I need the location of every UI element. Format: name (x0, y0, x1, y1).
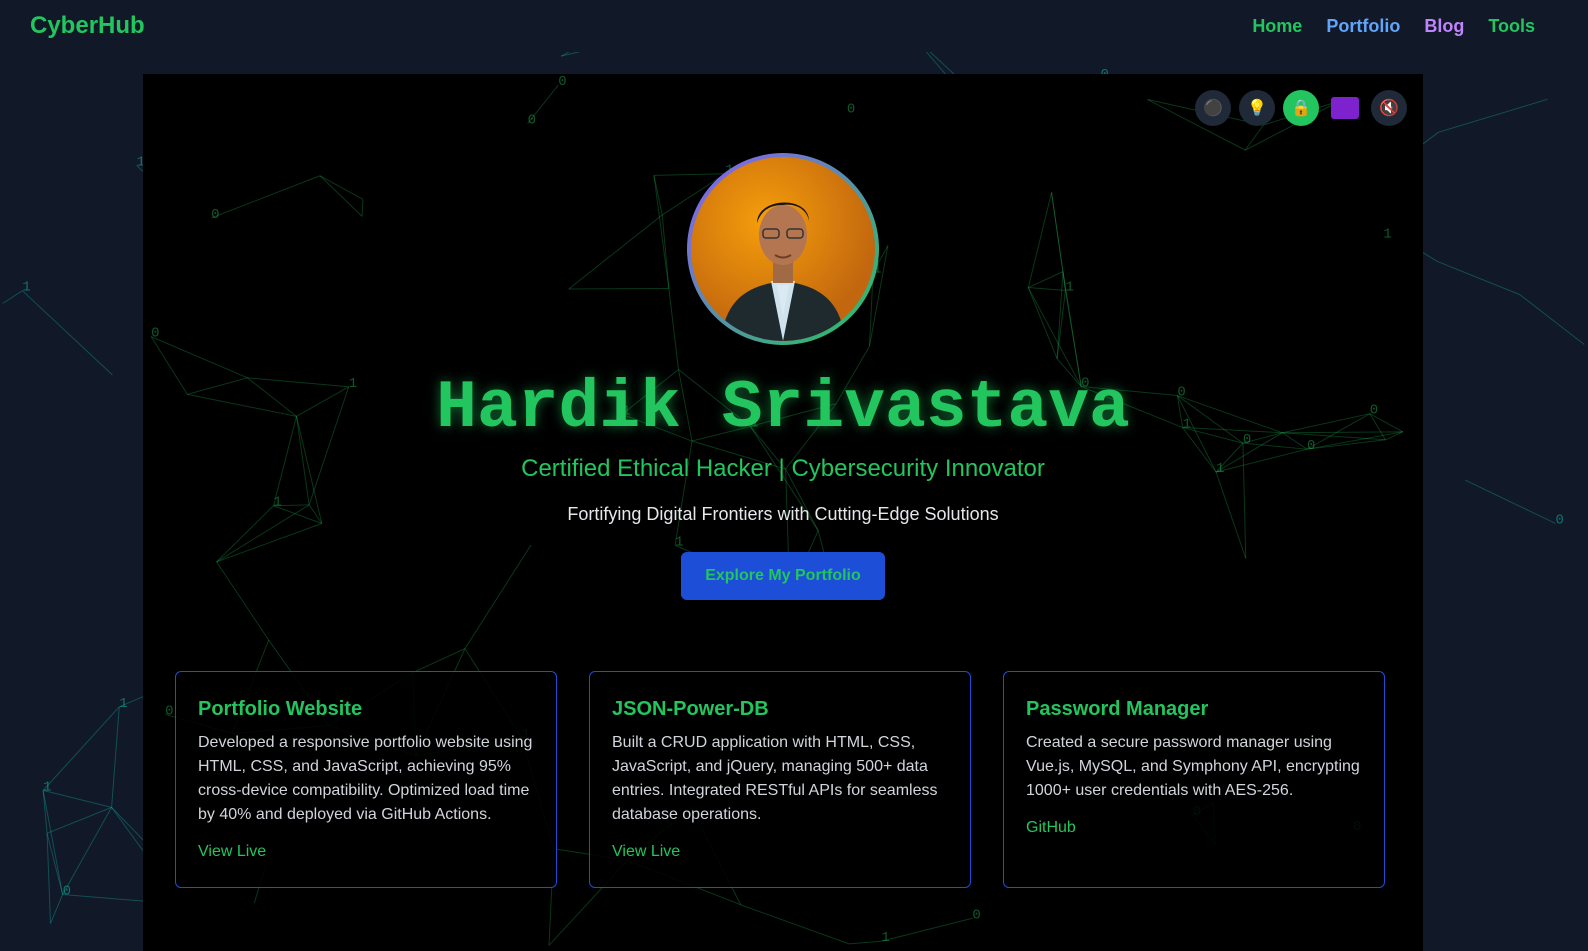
explore-portfolio-button[interactable]: Explore My Portfolio (681, 552, 885, 600)
project-title: Password Manager (1026, 698, 1209, 720)
svg-text:0: 0 (558, 74, 566, 90)
project-link[interactable]: GitHub (1026, 819, 1076, 837)
top-navbar: CyberHub Home Portfolio Blog Tools (0, 0, 1588, 52)
nav-home[interactable]: Home (1252, 16, 1302, 37)
project-description: Developed a responsive portfolio website… (198, 734, 533, 823)
lock-button[interactable]: 🔒 (1283, 90, 1319, 126)
svg-text:1: 1 (43, 779, 51, 795)
svg-text:0: 0 (211, 207, 219, 223)
main-nav: Home Portfolio Blog Tools (1252, 16, 1535, 37)
svg-text:0: 0 (528, 113, 536, 129)
mute-button[interactable]: 🔇 (1371, 90, 1407, 126)
profile-photo-ring (687, 153, 879, 345)
light-mode-button[interactable]: 💡 (1239, 90, 1275, 126)
svg-text:0: 0 (151, 326, 159, 342)
svg-text:0: 0 (63, 883, 71, 899)
project-link[interactable]: View Live (198, 843, 266, 861)
project-card: JSON-Power-DB Built a CRUD application w… (589, 671, 971, 888)
light-bulb-icon: 💡 (1247, 100, 1267, 117)
project-card: Password Manager Created a secure passwo… (1003, 671, 1385, 888)
svg-text:1: 1 (881, 930, 889, 946)
svg-text:1: 1 (119, 696, 127, 712)
nav-tools[interactable]: Tools (1488, 16, 1535, 37)
svg-text:1: 1 (1383, 227, 1391, 243)
project-description: Built a CRUD application with HTML, CSS,… (612, 734, 938, 823)
svg-text:1: 1 (1065, 279, 1073, 295)
project-cards: Portfolio Website Developed a responsive… (175, 671, 1385, 888)
svg-text:0: 0 (972, 907, 980, 923)
control-buttons: ⚫ 💡 🔒 🔇 (1195, 90, 1407, 126)
hero-panel: 010101010101010101010101010 ⚫ 💡 🔒 🔇 Hard… (143, 74, 1423, 951)
project-description: Created a secure password manager using … (1026, 734, 1360, 799)
svg-text:0: 0 (847, 101, 855, 117)
hero-subtitle: Certified Ethical Hacker | Cybersecurity… (521, 455, 1045, 482)
svg-text:1: 1 (22, 280, 30, 296)
svg-text:0: 0 (165, 703, 173, 719)
hero-name: Hardik Srivastava (436, 370, 1130, 447)
profile-photo (691, 157, 875, 341)
mute-icon: 🔇 (1379, 100, 1399, 117)
purple-theme-button[interactable] (1327, 90, 1363, 126)
project-title: JSON-Power-DB (612, 698, 769, 720)
svg-text:0: 0 (1555, 512, 1563, 528)
nav-portfolio[interactable]: Portfolio (1326, 16, 1400, 37)
svg-text:1: 1 (675, 534, 683, 550)
lock-icon: 🔒 (1291, 100, 1311, 117)
dark-mode-icon: ⚫ (1203, 100, 1223, 117)
project-link[interactable]: View Live (612, 843, 680, 861)
brand-logo[interactable]: CyberHub (30, 12, 145, 40)
dark-mode-button[interactable]: ⚫ (1195, 90, 1231, 126)
nav-blog[interactable]: Blog (1424, 16, 1464, 37)
purple-theme-icon (1331, 97, 1359, 119)
person-illustration (721, 202, 845, 341)
hero-tagline: Fortifying Digital Frontiers with Cuttin… (567, 504, 999, 524)
project-title: Portfolio Website (198, 698, 363, 720)
project-card: Portfolio Website Developed a responsive… (175, 671, 557, 888)
